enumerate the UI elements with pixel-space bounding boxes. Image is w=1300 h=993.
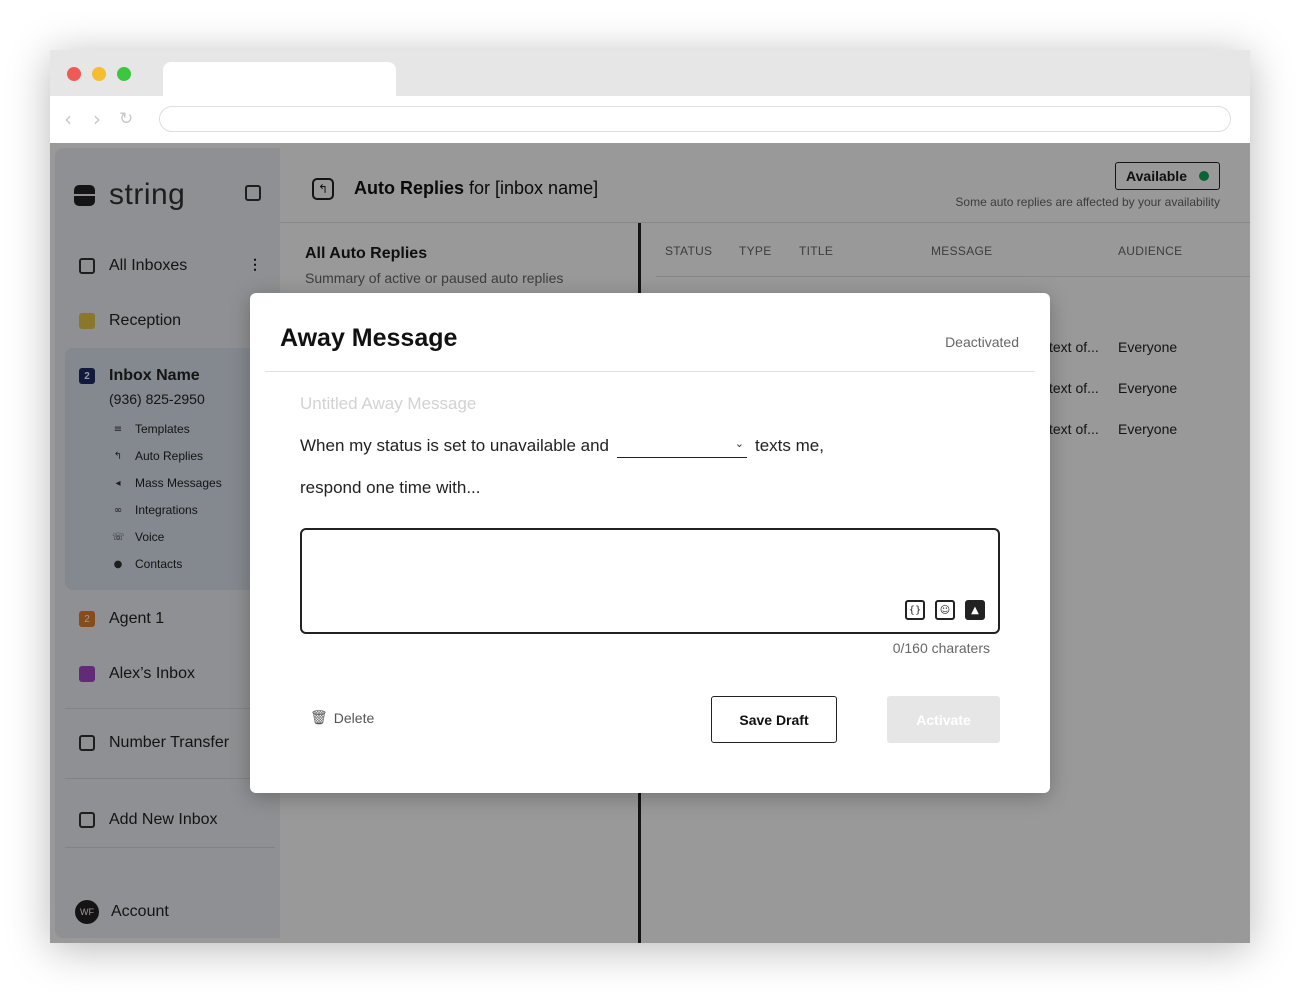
emoji-icon[interactable]: ☺ [935,600,955,620]
close-window-button[interactable] [67,67,81,81]
browser-tab[interactable] [163,62,396,96]
trigger-sentence: When my status is set to unavailable and… [300,434,824,458]
variables-icon[interactable]: {} [905,600,925,620]
sentence-end: texts me, [755,436,824,455]
sentence-start: When my status is set to unavailable and [300,436,609,455]
reload-icon[interactable]: ↻ [119,107,133,131]
response-sentence: respond one time with... [300,478,481,497]
activate-button[interactable]: Activate [887,696,1000,743]
message-box[interactable]: {} ☺ ▲ [300,528,1000,634]
minimize-window-button[interactable] [92,67,106,81]
status-badge: Deactivated [945,334,1019,350]
message-name-input[interactable] [300,393,700,415]
message-textarea[interactable] [314,540,984,590]
chevron-down-icon: ⌄ [734,437,744,450]
tab-strip [50,50,1250,96]
save-draft-button[interactable]: Save Draft [711,696,837,743]
forward-icon[interactable]: › [93,107,101,131]
character-counter: 0/160 charaters [892,640,990,656]
address-bar[interactable] [159,106,1231,132]
modal-divider [265,371,1035,372]
browser-toolbar: ‹ › ↻ [50,96,1250,143]
maximize-window-button[interactable] [117,67,131,81]
modal-title: Away Message [280,324,458,352]
delete-label: Delete [333,710,375,726]
audience-select[interactable]: ⌄ [617,434,747,458]
image-icon[interactable]: ▲ [965,600,985,620]
trash-icon: 🗑 [310,710,328,726]
away-message-modal: Away Message Deactivated When my status … [250,293,1050,793]
back-icon[interactable]: ‹ [64,107,72,131]
delete-button[interactable]: 🗑 Delete [310,710,374,726]
